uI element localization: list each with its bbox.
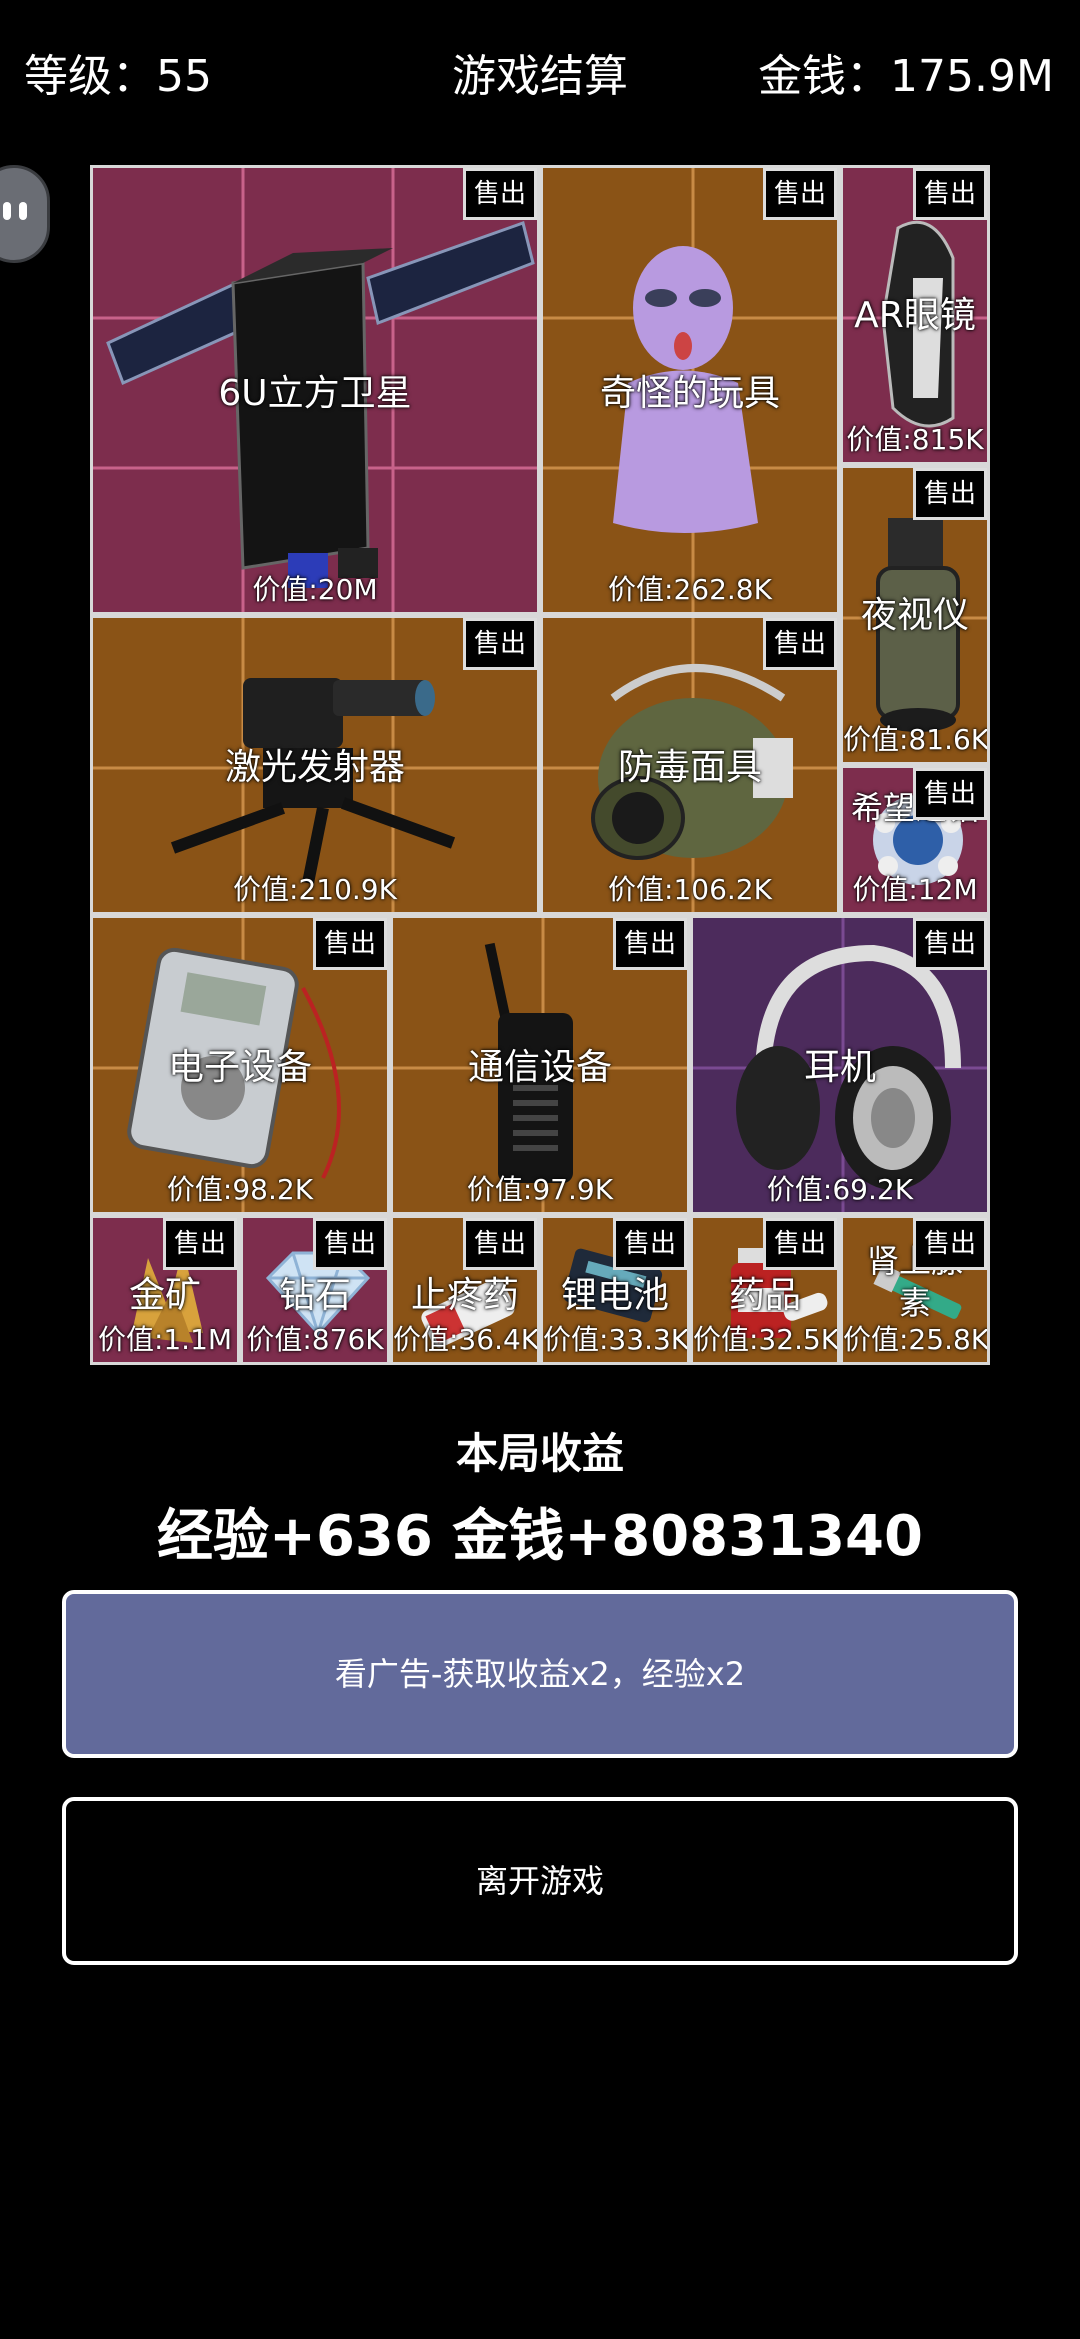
item-name: 电子设备 <box>167 1047 312 1088</box>
item-cell-medicine[interactable]: 药品 价值:32.5K 售出 <box>690 1215 840 1365</box>
item-cell-strange-toy[interactable]: 奇怪的玩具 价值:262.8K 售出 <box>540 165 840 615</box>
item-cell-electronic-device[interactable]: 电子设备 价值:98.2K 售出 <box>90 915 390 1215</box>
item-name: 耳机 <box>803 1047 876 1088</box>
item-price: 价值:81.6K <box>843 723 990 756</box>
item-cell-communication-device[interactable]: 通信设备 价值:97.9K 售出 <box>390 915 690 1215</box>
sell-button[interactable]: 售出 <box>913 1218 987 1270</box>
sell-button[interactable]: 售出 <box>463 1218 537 1270</box>
item-price: 价值:12M <box>852 873 978 906</box>
sell-button[interactable]: 售出 <box>613 1218 687 1270</box>
sell-button[interactable]: 售出 <box>763 618 837 670</box>
watch-ad-button[interactable]: 看广告-获取收益x2，经验x2 <box>62 1590 1018 1758</box>
top-bar: 等级：55 游戏结算 金钱：175.9M <box>0 0 1080 140</box>
sell-button[interactable]: 售出 <box>613 918 687 970</box>
item-price: 价值:1.1M <box>97 1323 233 1356</box>
sell-button[interactable]: 售出 <box>313 1218 387 1270</box>
item-cell-diamond[interactable]: 钻石 价值:876K 售出 <box>240 1215 390 1365</box>
earnings-title: 本局收益 <box>455 1429 624 1478</box>
sell-button[interactable]: 售出 <box>463 618 537 670</box>
item-name: AR眼镜 <box>854 295 976 336</box>
round-earnings: 本局收益 经验+636 金钱+80831340 <box>0 1420 1080 1572</box>
item-name: 止疼药 <box>410 1275 519 1316</box>
leave-game-button[interactable]: 离开游戏 <box>62 1797 1018 1965</box>
sell-button[interactable]: 售出 <box>913 918 987 970</box>
item-price: 价值:33.3K <box>543 1323 690 1356</box>
item-cell-lithium-battery[interactable]: 锂电池 价值:33.3K 售出 <box>540 1215 690 1365</box>
loot-grid: 6U立方卫星 价值:20M 售出 奇怪的玩具 价值:262.8K 售出 AR眼镜… <box>90 165 990 1365</box>
item-cell-headphones[interactable]: 耳机 价值:69.2K 售出 <box>690 915 990 1215</box>
sell-button[interactable]: 售出 <box>913 168 987 220</box>
item-price: 价值:98.2K <box>166 1173 314 1206</box>
item-cell-satellite[interactable]: 6U立方卫星 价值:20M 售出 <box>90 165 540 615</box>
item-cell-hope-diamond[interactable]: 希望之钻 价值:12M 售出 <box>840 765 990 915</box>
item-cell-gas-mask[interactable]: 防毒面具 价值:106.2K 售出 <box>540 615 840 915</box>
sell-button[interactable]: 售出 <box>913 768 987 820</box>
item-name: 防毒面具 <box>617 747 762 788</box>
item-price: 价值:20M <box>252 573 378 606</box>
sell-button[interactable]: 售出 <box>913 468 987 520</box>
item-price: 价值:36.4K <box>393 1323 540 1356</box>
sell-button[interactable]: 售出 <box>163 1218 237 1270</box>
item-name: 夜视仪 <box>860 595 969 636</box>
item-cell-laser-emitter[interactable]: 激光发射器 价值:210.9K 售出 <box>90 615 540 915</box>
item-name: 通信设备 <box>467 1047 612 1088</box>
item-price: 价值:69.2K <box>766 1173 914 1206</box>
item-name: 钻石 <box>278 1275 351 1316</box>
item-price: 价值:876K <box>246 1323 384 1356</box>
item-price: 价值:106.2K <box>608 873 772 906</box>
sell-button[interactable]: 售出 <box>463 168 537 220</box>
item-name: 奇怪的玩具 <box>599 373 780 414</box>
player-money: 金钱：175.9M <box>758 51 1054 102</box>
sell-button[interactable]: 售出 <box>763 1218 837 1270</box>
item-cell-adrenaline[interactable]: 肾上腺素 价值:25.8K 售出 <box>840 1215 990 1365</box>
item-price: 价值:32.5K <box>693 1323 840 1356</box>
item-price: 价值:210.9K <box>233 873 397 906</box>
item-name: 锂电池 <box>560 1275 669 1316</box>
item-name: 激光发射器 <box>224 747 405 788</box>
item-price: 价值:25.8K <box>843 1323 990 1356</box>
earnings-values: 经验+636 金钱+80831340 <box>157 1504 923 1569</box>
floating-assistant-icon[interactable] <box>0 165 50 263</box>
sell-button[interactable]: 售出 <box>313 918 387 970</box>
item-cell-ar-glasses[interactable]: AR眼镜 价值:815K 售出 <box>840 165 990 465</box>
item-cell-gold-ore[interactable]: 金矿 价值:1.1M 售出 <box>90 1215 240 1365</box>
item-name: 药品 <box>728 1275 801 1316</box>
item-price: 价值:815K <box>846 423 984 456</box>
item-price: 价值:262.8K <box>608 573 772 606</box>
item-cell-night-vision[interactable]: 夜视仪 价值:81.6K 售出 <box>840 465 990 765</box>
sell-button[interactable]: 售出 <box>763 168 837 220</box>
item-name: 金矿 <box>128 1275 201 1316</box>
item-name: 6U立方卫星 <box>218 373 412 414</box>
item-price: 价值:97.9K <box>466 1173 614 1206</box>
item-cell-painkiller[interactable]: 止疼药 价值:36.4K 售出 <box>390 1215 540 1365</box>
